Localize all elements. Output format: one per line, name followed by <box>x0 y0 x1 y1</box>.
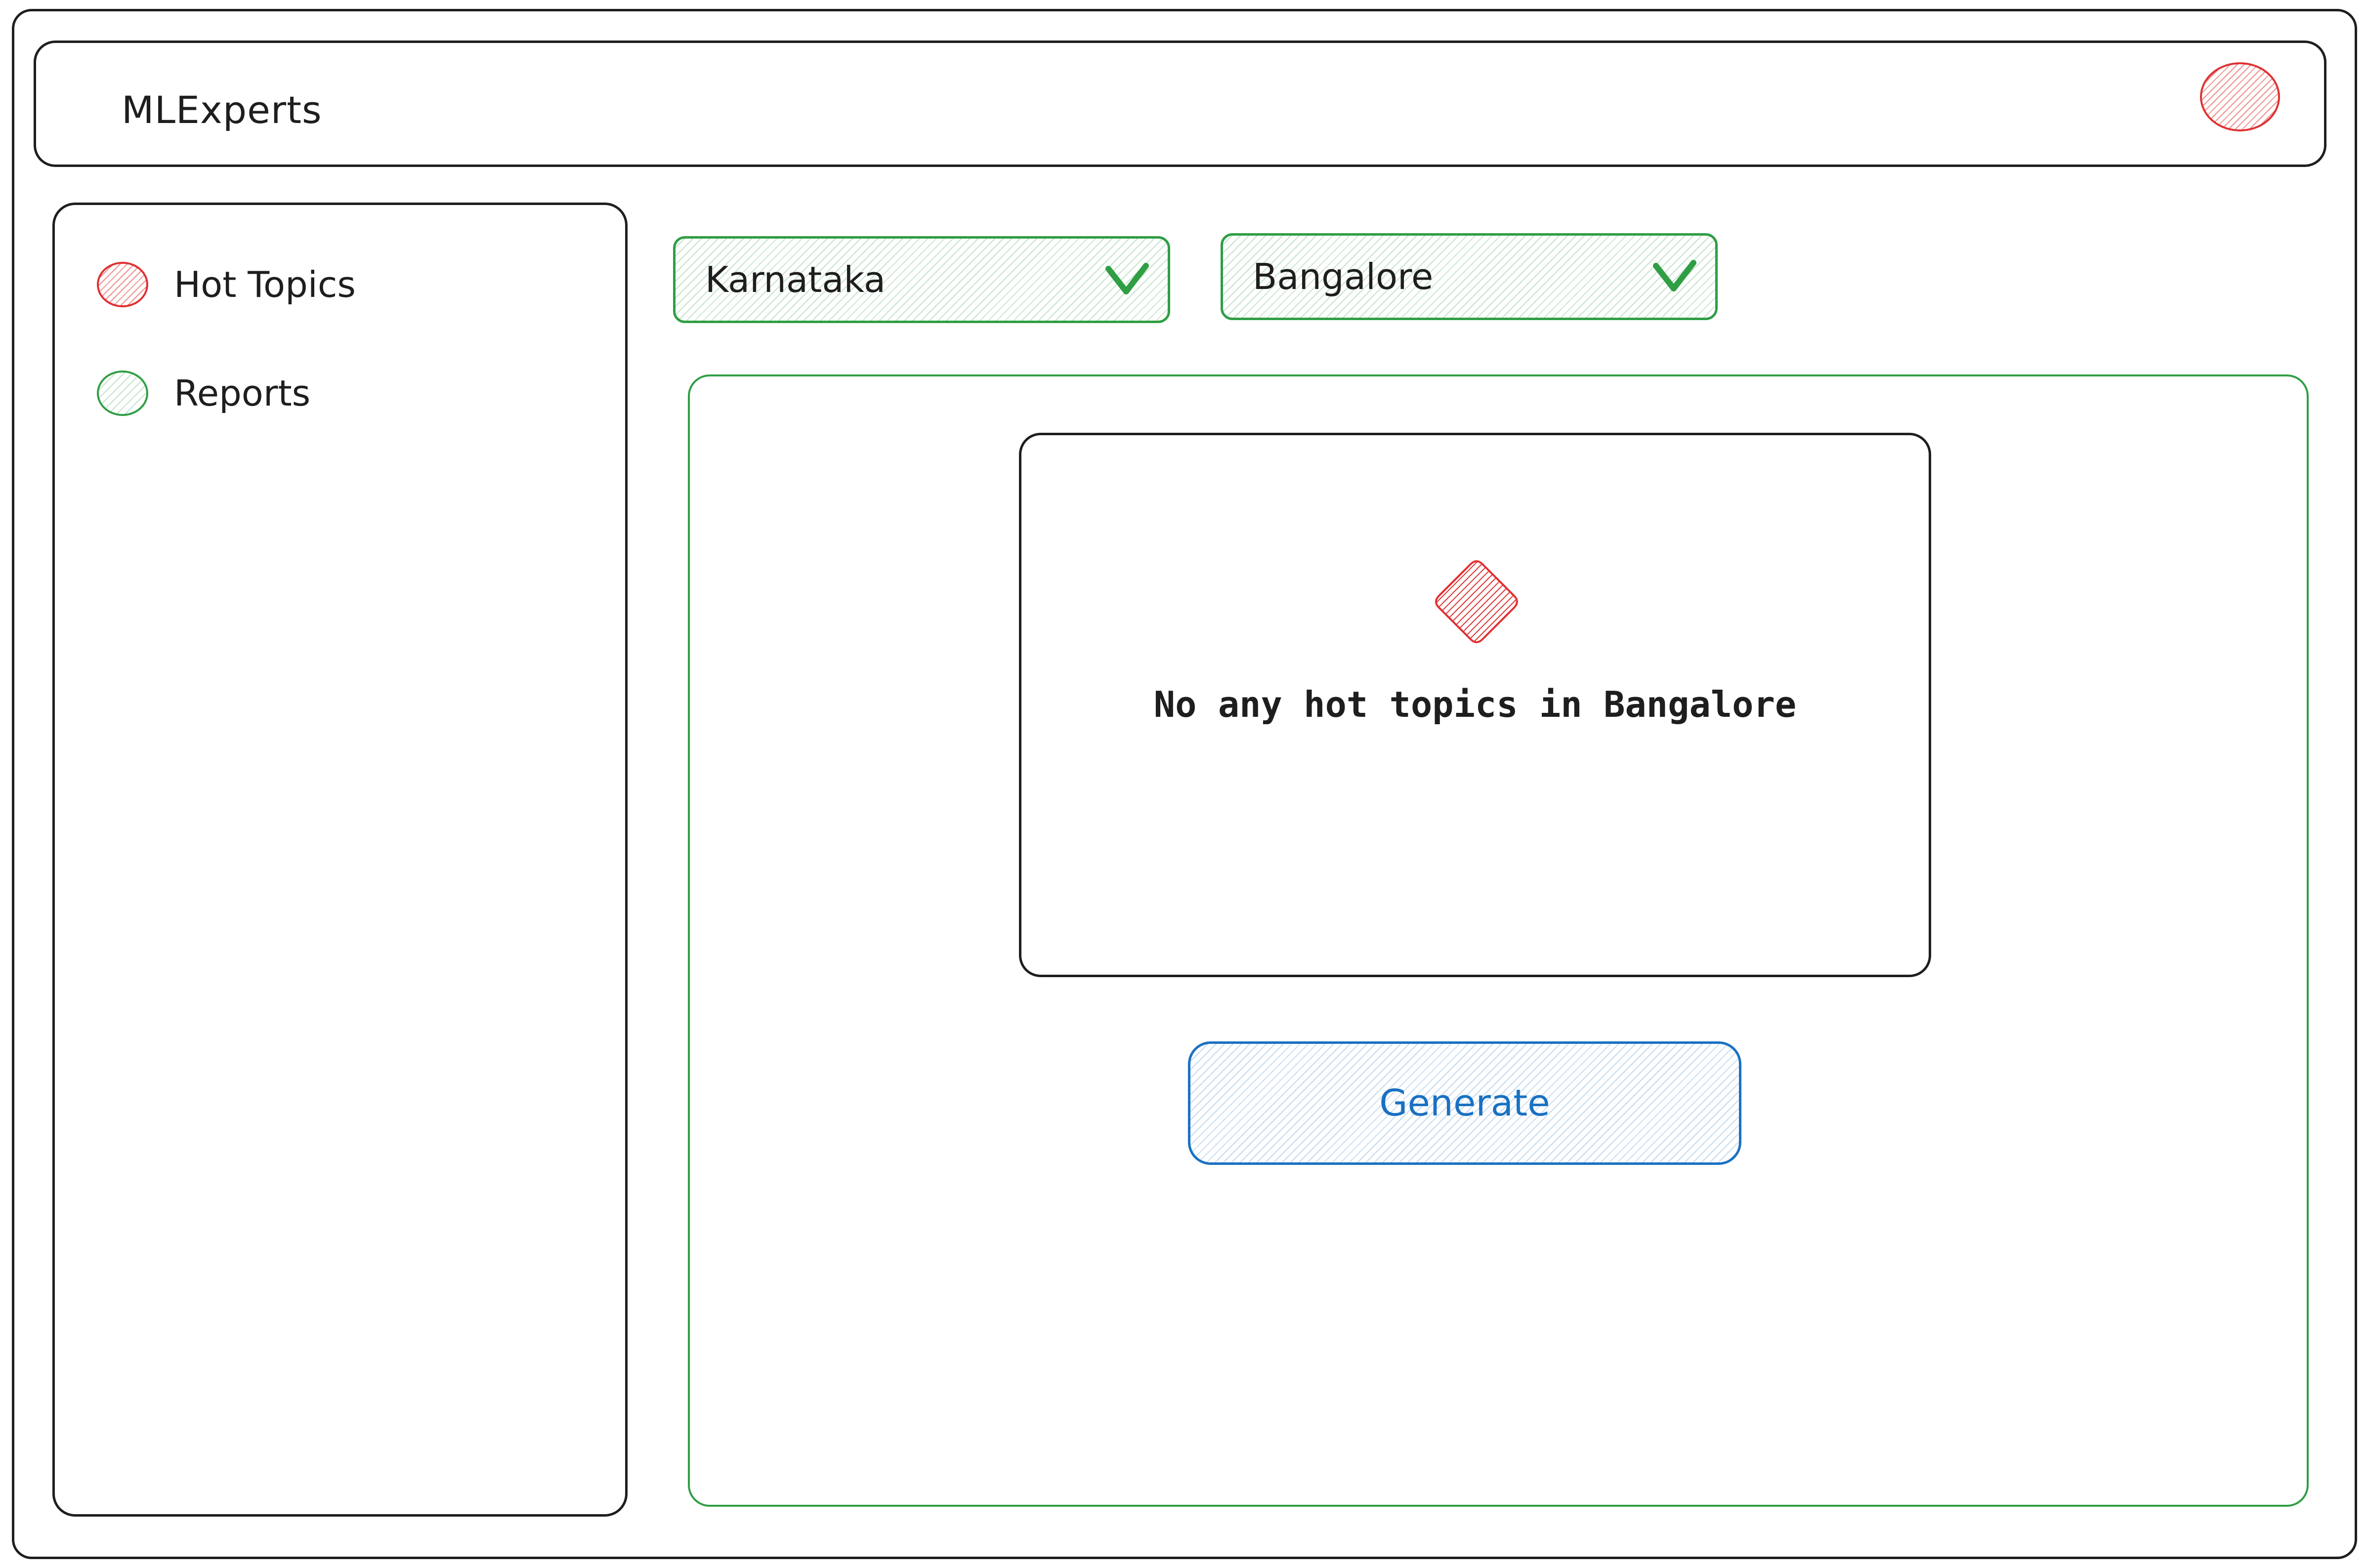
empty-state-message: No any hot topics in Bangalore <box>1153 684 1797 725</box>
generate-button[interactable]: Generate <box>1188 1041 1741 1165</box>
sidebar-item-label: Hot Topics <box>174 264 356 305</box>
sidebar-item-reports[interactable]: Reports <box>97 371 310 416</box>
red-circle-icon <box>97 262 148 307</box>
state-dropdown-value: Karnataka <box>705 259 886 300</box>
sidebar-item-hot-topics[interactable]: Hot Topics <box>97 262 356 307</box>
diamond-icon <box>1435 560 1519 644</box>
green-circle-icon <box>97 371 148 416</box>
top-header <box>34 41 2326 167</box>
city-dropdown[interactable]: Bangalore <box>1221 233 1718 320</box>
chevron-down-icon <box>1653 260 1696 291</box>
chevron-down-icon <box>1105 263 1149 294</box>
sidebar-item-label: Reports <box>174 372 311 414</box>
user-avatar-icon[interactable] <box>2200 62 2280 131</box>
city-dropdown-value: Bangalore <box>1253 256 1434 297</box>
generate-button-label: Generate <box>1379 1082 1550 1124</box>
app-title: MLExperts <box>122 88 322 132</box>
state-dropdown[interactable]: Karnataka <box>673 236 1170 323</box>
